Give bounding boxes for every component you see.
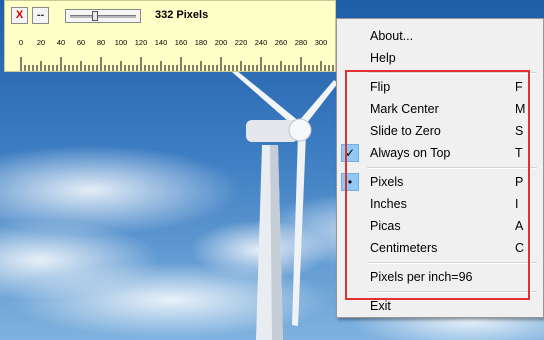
length-slider[interactable] bbox=[65, 9, 141, 23]
ruler-tick-label: 300 bbox=[315, 38, 328, 47]
ruler-tick-label: 180 bbox=[195, 38, 208, 47]
ruler-tick-label: 60 bbox=[77, 38, 85, 47]
menu-item-label: Help bbox=[370, 51, 396, 65]
ruler-tick-label: 220 bbox=[235, 38, 248, 47]
minimize-icon: -- bbox=[36, 9, 45, 21]
menu-item-label: Exit bbox=[370, 299, 391, 313]
ruler-tick-label: 20 bbox=[37, 38, 45, 47]
ruler-length-readout: 332 Pixels bbox=[155, 9, 209, 21]
ruler-tick-label: 120 bbox=[135, 38, 148, 47]
ruler-scale[interactable]: 0 20 40 60 80 100 120 140 160 180 200 220 240 260 280 3… bbox=[5, 31, 335, 71]
ruler-tick-label: 80 bbox=[97, 38, 105, 47]
ruler-tick-label: 260 bbox=[275, 38, 288, 47]
ruler-tick-label: 200 bbox=[215, 38, 228, 47]
menu-item-label: About... bbox=[370, 29, 414, 43]
ruler-tick-label: 140 bbox=[155, 38, 168, 47]
minimize-button[interactable]: -- bbox=[32, 7, 49, 24]
slider-track bbox=[70, 15, 136, 18]
x-icon: X bbox=[15, 9, 24, 21]
ruler-tick-label: 100 bbox=[115, 38, 128, 47]
ruler-window[interactable]: X -- 332 Pixels 0 20 40 60 80 100 120 140 160 180… bbox=[4, 0, 336, 72]
menu-item-about[interactable]: About... bbox=[337, 25, 543, 47]
ruler-tick-label: 240 bbox=[255, 38, 268, 47]
ruler-tick-label: 0 bbox=[19, 38, 23, 47]
annotation-highlight-box bbox=[345, 70, 530, 300]
ruler-tick-label: 280 bbox=[295, 38, 308, 47]
slider-thumb[interactable] bbox=[92, 11, 98, 21]
menu-item-help[interactable]: Help bbox=[337, 47, 543, 69]
ruler-tick-label: 160 bbox=[175, 38, 188, 47]
close-button[interactable]: X bbox=[11, 7, 28, 24]
ruler-tick-label: 40 bbox=[57, 38, 65, 47]
